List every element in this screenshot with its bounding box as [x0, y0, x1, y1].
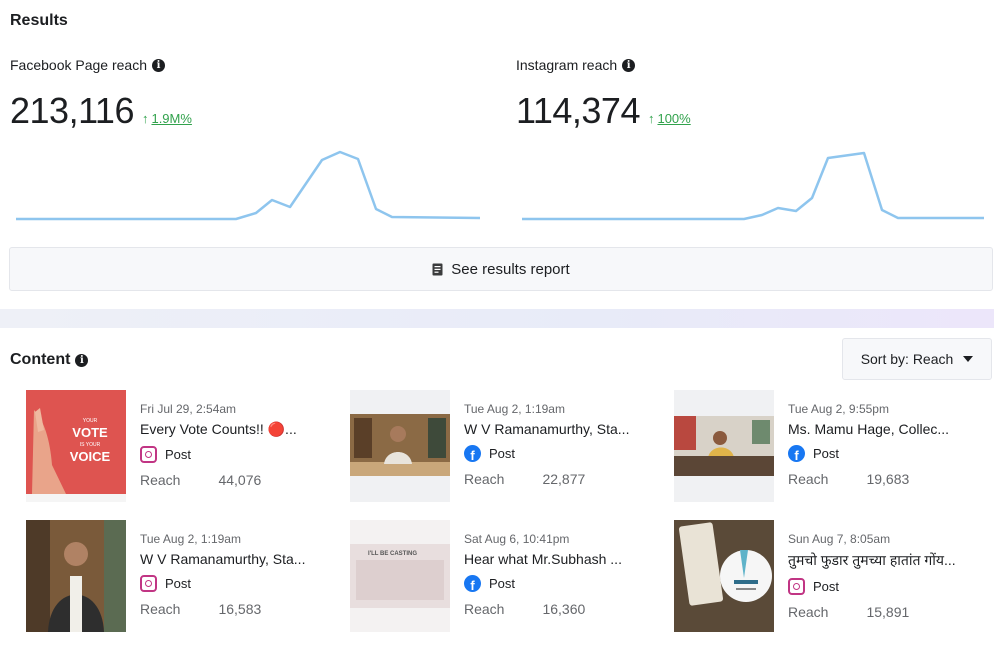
reach-label: Reach	[140, 472, 181, 488]
instagram-reach-change-value: 100%	[657, 111, 691, 126]
reach-value: 22,877	[542, 471, 586, 487]
video-thumbnail-image: I'LL BE CASTING	[350, 520, 450, 632]
content-card[interactable]: Sun Aug 7, 8:05am तुमचो फुडार तुमच्या हा…	[674, 520, 984, 640]
see-results-report-label: See results report	[451, 260, 570, 278]
post-title[interactable]: W V Ramanamurthy, Sta...	[140, 551, 330, 567]
post-type: Post	[489, 446, 516, 461]
post-thumbnail[interactable]	[350, 390, 450, 502]
instagram-reach-metric: 114,374 ↑ 100%	[516, 90, 691, 132]
post-thumbnail[interactable]	[674, 520, 774, 632]
post-thumbnail[interactable]	[26, 520, 126, 632]
reach-value: 16,360	[542, 601, 586, 617]
post-type: Post	[813, 446, 840, 461]
facebook-reach-change-value: 1.9M%	[151, 111, 192, 126]
post-thumbnail[interactable]: YOUR VOTE IS YOUR VOICE	[26, 390, 126, 502]
info-icon[interactable]: i	[622, 58, 636, 72]
instagram-reach-label-text: Instagram reach	[516, 57, 618, 73]
thumb-text: VOICE	[70, 449, 111, 464]
instagram-icon	[140, 575, 157, 592]
facebook-reach-sparkline	[16, 150, 481, 221]
facebook-reach-change[interactable]: ↑ 1.9M%	[142, 111, 192, 126]
facebook-reach-label-text: Facebook Page reach	[10, 57, 147, 73]
post-title[interactable]: Hear what Mr.Subhash ...	[464, 551, 654, 567]
see-results-report-button[interactable]: See results report	[9, 247, 993, 291]
facebook-icon: f	[788, 445, 805, 462]
post-title[interactable]: W V Ramanamurthy, Sta...	[464, 421, 654, 437]
post-type: Post	[813, 579, 840, 594]
post-type: Post	[165, 447, 192, 462]
post-type: Post	[489, 576, 516, 591]
content-title: Content	[10, 351, 71, 368]
facebook-icon: f	[464, 575, 481, 592]
reach-label: Reach	[140, 601, 181, 617]
content-card[interactable]: Tue Aug 2, 1:19am W V Ramanamurthy, Sta.…	[350, 390, 660, 510]
post-date: Tue Aug 2, 1:19am	[140, 532, 241, 546]
reach-label: Reach	[464, 471, 505, 487]
reach-value: 44,076	[218, 472, 262, 488]
post-date: Sun Aug 7, 8:05am	[788, 532, 891, 546]
official-portrait-image	[26, 520, 126, 632]
instagram-reach-change[interactable]: ↑ 100%	[648, 111, 691, 126]
instagram-reach-label: Instagram reach i	[516, 57, 636, 73]
thumb-text: YOUR	[83, 418, 98, 424]
content-header: Content i	[10, 351, 89, 369]
thumb-text: VOTE	[72, 425, 108, 440]
thumb-text: IS YOUR	[80, 442, 101, 448]
facebook-reach-metric: 213,116 ↑ 1.9M%	[10, 90, 192, 132]
report-icon	[432, 263, 443, 275]
content-card[interactable]: I'LL BE CASTING Sat Aug 6, 10:41pm Hear …	[350, 520, 660, 640]
instagram-icon	[140, 446, 157, 463]
post-date: Sat Aug 6, 10:41pm	[464, 532, 570, 546]
post-title[interactable]: Ms. Mamu Hage, Collec...	[788, 421, 978, 437]
results-title: Results	[10, 12, 68, 29]
collector-photo-image	[674, 390, 774, 502]
voter-card-image	[674, 520, 774, 632]
reach-value: 16,583	[218, 601, 262, 617]
reach-label: Reach	[788, 471, 829, 487]
post-date: Tue Aug 2, 1:19am	[464, 402, 565, 416]
instagram-reach-sparkline	[522, 151, 984, 221]
post-date: Fri Jul 29, 2:54am	[140, 402, 237, 416]
reach-label: Reach	[464, 601, 505, 617]
sort-dropdown[interactable]: Sort by: Reach	[842, 338, 992, 380]
post-thumbnail[interactable]	[674, 390, 774, 502]
post-title[interactable]: तुमचो फुडार तुमच्या हातांत गोंय...	[788, 551, 978, 570]
post-date: Tue Aug 2, 9:55pm	[788, 402, 889, 416]
reach-label: Reach	[788, 604, 829, 620]
facebook-reach-value: 213,116	[10, 90, 134, 131]
thumb-text: I'LL BE CASTING	[368, 551, 417, 557]
instagram-icon	[788, 578, 805, 595]
content-card[interactable]: YOUR VOTE IS YOUR VOICE Fri Jul 29, 2:54…	[26, 390, 336, 510]
arrow-up-icon: ↑	[647, 111, 655, 126]
content-card[interactable]: Tue Aug 2, 1:19am W V Ramanamurthy, Sta.…	[26, 520, 336, 640]
post-thumbnail[interactable]: I'LL BE CASTING	[350, 520, 450, 632]
section-divider	[0, 309, 994, 328]
reach-value: 19,683	[866, 471, 910, 487]
vote-poster-image: YOUR VOTE IS YOUR VOICE	[26, 390, 126, 502]
content-card[interactable]: Tue Aug 2, 9:55pm Ms. Mamu Hage, Collec.…	[674, 390, 984, 510]
arrow-up-icon: ↑	[141, 111, 149, 126]
instagram-reach-value: 114,374	[516, 90, 640, 131]
info-icon[interactable]: i	[75, 353, 89, 367]
sort-label: Sort by: Reach	[860, 351, 954, 367]
info-icon[interactable]: i	[151, 58, 165, 72]
post-type: Post	[165, 576, 192, 591]
post-title[interactable]: Every Vote Counts!! 🔴...	[140, 421, 330, 438]
facebook-reach-label: Facebook Page reach i	[10, 57, 165, 73]
caret-down-icon	[963, 356, 974, 362]
facebook-icon: f	[464, 445, 481, 462]
reach-value: 15,891	[866, 604, 910, 620]
official-photo-image	[350, 390, 450, 502]
